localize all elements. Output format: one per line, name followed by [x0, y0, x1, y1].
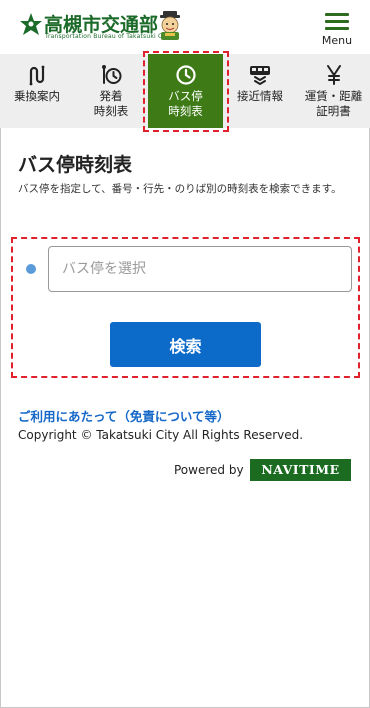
menu-label: Menu — [321, 34, 353, 47]
nav-item-departure-timetable[interactable]: 発着 時刻表 — [74, 54, 148, 128]
page-title: バス停時刻表 — [18, 154, 133, 176]
bus-stop-input[interactable] — [48, 246, 352, 292]
nav-item-transfer[interactable]: 乗換案内 — [0, 54, 74, 128]
nav-label-departure-timetable: 発着 時刻表 — [93, 89, 129, 118]
bureau-emblem-icon — [20, 13, 42, 35]
hamburger-icon — [325, 13, 349, 31]
powered-by-text: Powered by — [174, 463, 244, 477]
site-subtitle: Transportation Bureau of Takatsuki City — [45, 33, 171, 40]
nav-label-fare-certificate: 運賃・距離 証明書 — [304, 89, 363, 118]
navitime-logo[interactable]: NAVITIME — [250, 459, 351, 481]
transfer-icon — [29, 65, 45, 86]
bus-approach-icon — [250, 66, 270, 85]
nav-label-transfer: 乗換案内 — [14, 89, 60, 103]
page-description: バス停を指定して、番号・行先・のりば別の時刻表を検索できます。 — [18, 183, 342, 195]
nav-item-fare-certificate[interactable]: 運賃・距離 証明書 — [297, 54, 370, 128]
nav-label-bus-stop-timetable: バス停 時刻表 — [168, 89, 203, 118]
terms-link[interactable]: ご利用にあたって（免責について等） — [18, 406, 230, 425]
clock-icon — [175, 65, 196, 85]
search-button[interactable]: 検索 — [110, 322, 261, 367]
nav-label-approach-info: 接近情報 — [237, 89, 283, 103]
copyright-text: Copyright © Takatsuki City All Rights Re… — [18, 428, 304, 442]
nav-item-bus-stop-timetable[interactable]: バス停 時刻表 — [148, 54, 223, 128]
nav-item-approach-info[interactable]: 接近情報 — [223, 54, 297, 128]
site-logo[interactable]: 高槻市交通部 Transportation Bureau of Takatsuk… — [18, 10, 188, 44]
main-nav: 乗換案内 発着 時刻表 バス停 時刻表 接近情報 運賃・距離 証明書 — [0, 54, 370, 128]
menu-button[interactable]: Menu — [318, 10, 358, 48]
yen-icon — [326, 65, 341, 85]
mascot-icon — [160, 11, 180, 40]
site-header: 高槻市交通部 Transportation Bureau of Takatsuk… — [0, 0, 370, 54]
departure-timetable-icon — [102, 65, 122, 84]
stop-marker-icon — [26, 264, 36, 274]
